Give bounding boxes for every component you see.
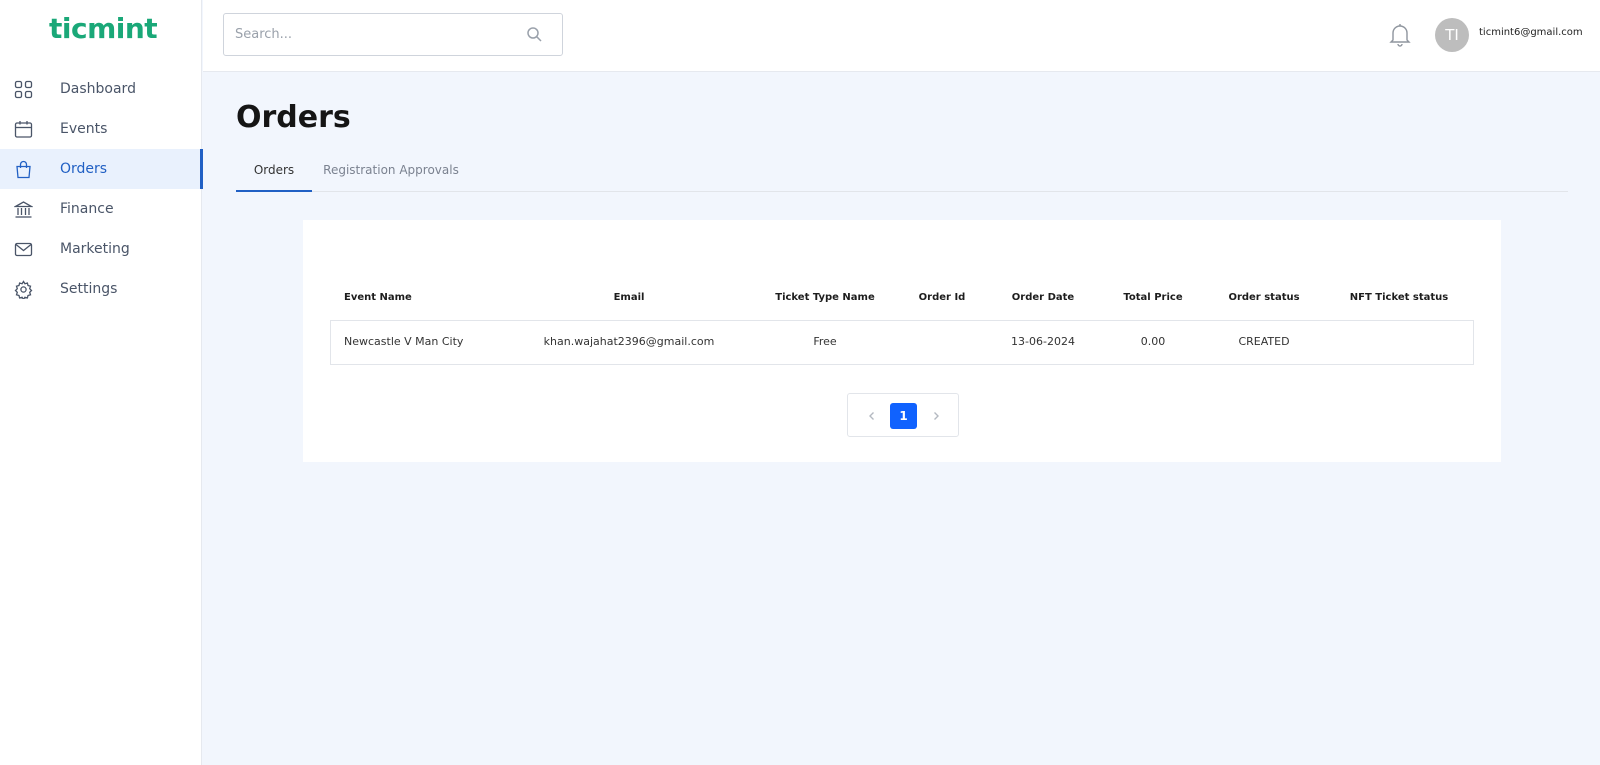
column-header: NFT Ticket status [1349, 292, 1449, 303]
search-icon[interactable] [526, 26, 543, 43]
bank-icon [14, 200, 33, 219]
column-header: Total Price [1123, 292, 1183, 303]
top-bar: TI ticmint6@gmail.com [203, 0, 1600, 72]
search-box [223, 13, 563, 56]
gear-icon [14, 280, 33, 299]
column-header: Order status [1228, 292, 1300, 303]
total-price-cell: 0.00 [1140, 335, 1166, 348]
sidebar-item-label: Orders [60, 161, 108, 177]
chevron-left-icon[interactable] [865, 408, 879, 422]
avatar[interactable]: TI [1435, 18, 1469, 52]
grid-icon [14, 80, 33, 99]
page-title: Orders [236, 100, 351, 135]
main-content: Orders Orders Registration Approvals [236, 100, 1568, 192]
shopping-bag-icon [14, 160, 33, 179]
sidebar-nav: Dashboard Events Orders Finance Marketin… [0, 69, 203, 309]
sidebar-item-label: Dashboard [60, 81, 136, 97]
table-header: Event Name Email Ticket Type Name Order … [330, 280, 1474, 320]
tab-bar: Orders Registration Approvals [236, 152, 1568, 192]
orders-card: Event Name Email Ticket Type Name Order … [303, 220, 1501, 462]
notification-bell-icon[interactable] [1388, 22, 1412, 48]
user-email[interactable]: ticmint6@gmail.com [1479, 27, 1583, 38]
sidebar-item-label: Finance [60, 201, 114, 217]
order-status-cell: CREATED [1238, 335, 1290, 348]
order-date-cell: 13-06-2024 [1011, 335, 1075, 348]
sidebar-item-settings[interactable]: Settings [0, 269, 202, 309]
sidebar-item-label: Marketing [60, 241, 130, 257]
pagination: 1 [847, 393, 959, 437]
chevron-right-icon[interactable] [929, 408, 943, 422]
sidebar-item-finance[interactable]: Finance [0, 189, 202, 229]
page-number-button[interactable]: 1 [890, 403, 917, 429]
orders-table: Event Name Email Ticket Type Name Order … [330, 280, 1474, 365]
ticmint-logo[interactable]: ticmint [49, 12, 158, 45]
sidebar-item-events[interactable]: Events [0, 109, 202, 149]
mail-icon [14, 240, 33, 259]
sidebar-item-label: Settings [60, 281, 118, 297]
column-header: Email [613, 292, 645, 303]
column-header: Order Date [1011, 292, 1075, 303]
event-name-cell: Newcastle V Man City [344, 335, 464, 348]
tab-orders[interactable]: Orders [236, 152, 312, 192]
table-row[interactable]: Newcastle V Man City khan.wajahat2396@gm… [330, 320, 1474, 365]
column-header: Order Id [918, 292, 966, 303]
column-header: Ticket Type Name [775, 292, 875, 303]
sidebar: ticmint Dashboard Events Orders Finance [0, 0, 203, 765]
sidebar-item-marketing[interactable]: Marketing [0, 229, 202, 269]
sidebar-item-orders[interactable]: Orders [0, 149, 203, 189]
column-header: Event Name [344, 292, 412, 303]
search-input[interactable] [235, 27, 505, 42]
tab-registration-approvals[interactable]: Registration Approvals [312, 152, 470, 192]
email-cell: khan.wajahat2396@gmail.com [543, 335, 715, 348]
ticket-type-cell: Free [813, 335, 837, 348]
sidebar-item-label: Events [60, 121, 108, 137]
calendar-icon [14, 120, 33, 139]
sidebar-item-dashboard[interactable]: Dashboard [0, 69, 202, 109]
